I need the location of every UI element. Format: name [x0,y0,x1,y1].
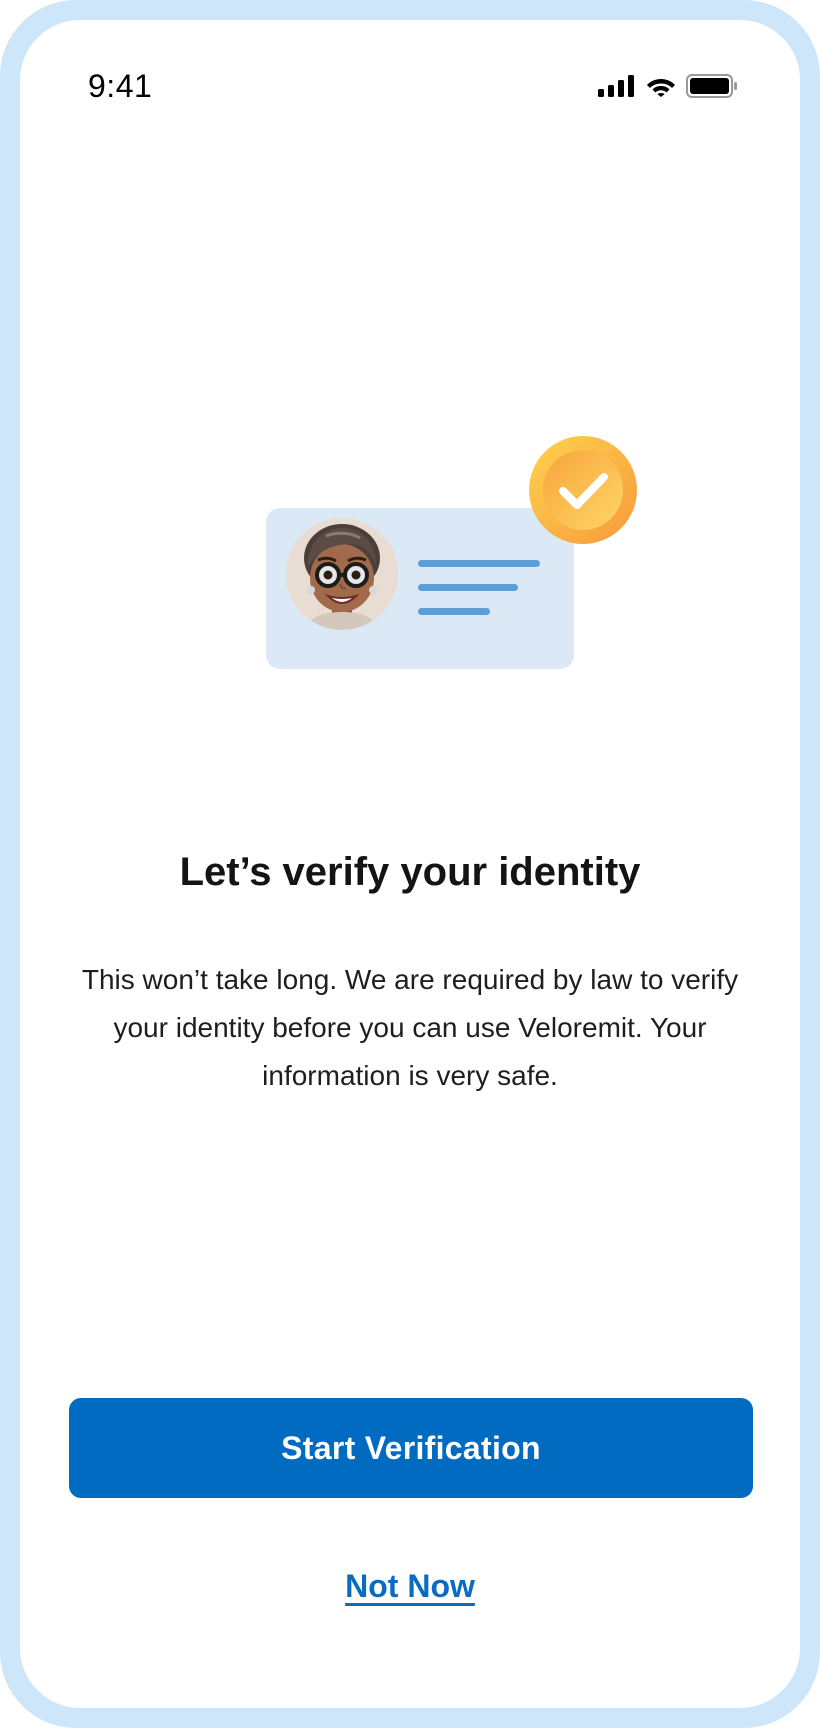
status-icons [598,74,738,98]
screen: 9:41 Let’s verify your identity This won… [20,20,800,1708]
cellular-signal-icon [598,75,634,97]
checkmark-badge-icon [528,435,638,545]
page-title: Let’s verify your identity [179,850,641,894]
battery-icon [686,74,737,98]
identity-illustration [266,435,666,685]
id-text-lines-icon [418,560,540,615]
status-bar: 9:41 [20,20,800,110]
status-time: 9:41 [88,68,153,104]
description-text: This won’t take long. We are required by… [81,964,739,1091]
device-frame: 9:41 Let’s verify your identity This won… [0,0,820,1728]
start-verification-button[interactable]: Start Verification [69,1398,753,1498]
wifi-icon [647,79,675,97]
not-now-link[interactable]: Not Now [20,1568,800,1605]
avatar [286,518,398,630]
